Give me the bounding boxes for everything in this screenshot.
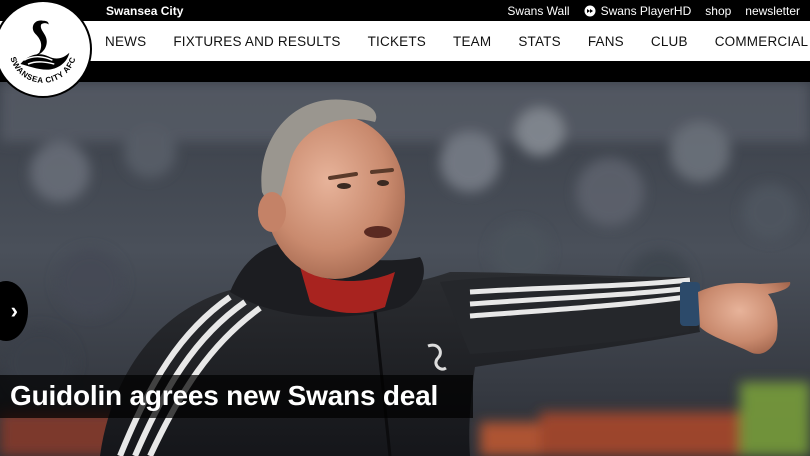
playerhd-icon	[584, 5, 596, 17]
shop-link[interactable]: shop	[705, 4, 731, 18]
headline-banner[interactable]: Guidolin agrees new Swans deal	[0, 375, 473, 418]
newsletter-label: newsletter	[745, 4, 800, 18]
nav-bottom-strip	[0, 61, 810, 82]
nav-item-club[interactable]: CLUB	[651, 34, 688, 49]
swan-crest-icon: SWANSEA CITY AFC	[0, 3, 89, 95]
nav-item-tickets[interactable]: TICKETS	[368, 34, 426, 49]
newsletter-link[interactable]: newsletter	[745, 4, 800, 18]
nav-item-fixtures-and-results[interactable]: FIXTURES AND RESULTS	[173, 34, 340, 49]
swans-playerhd-link[interactable]: Swans PlayerHD	[584, 4, 692, 18]
hero-headline[interactable]: Guidolin agrees new Swans deal	[10, 380, 438, 412]
nav-item-team[interactable]: TEAM	[453, 34, 491, 49]
hero-image[interactable]: › Guidolin agrees new Swans deal	[0, 82, 810, 456]
utility-links: Swans Wall Swans PlayerHD shop newslette…	[507, 4, 800, 18]
swans-playerhd-label: Swans PlayerHD	[600, 4, 692, 18]
main-nav: NEWS FIXTURES AND RESULTS TICKETS TEAM S…	[0, 21, 810, 61]
site-name[interactable]: Swansea City	[106, 4, 183, 18]
nav-item-fans[interactable]: FANS	[588, 34, 624, 49]
swans-wall-link[interactable]: Swans Wall	[507, 4, 569, 18]
nav-item-commercial[interactable]: COMMERCIAL	[715, 34, 809, 49]
shop-label: shop	[705, 4, 732, 18]
top-utility-bar: Swansea City Swans Wall Swans PlayerHD s…	[0, 0, 810, 21]
swans-wall-label: Swans Wall	[507, 4, 570, 18]
nav-item-stats[interactable]: STATS	[518, 34, 561, 49]
club-logo[interactable]: SWANSEA CITY AFC	[0, 0, 92, 98]
nav-items: NEWS FIXTURES AND RESULTS TICKETS TEAM S…	[105, 21, 810, 61]
chevron-icon: ›	[10, 298, 18, 323]
nav-item-news[interactable]: NEWS	[105, 34, 146, 49]
